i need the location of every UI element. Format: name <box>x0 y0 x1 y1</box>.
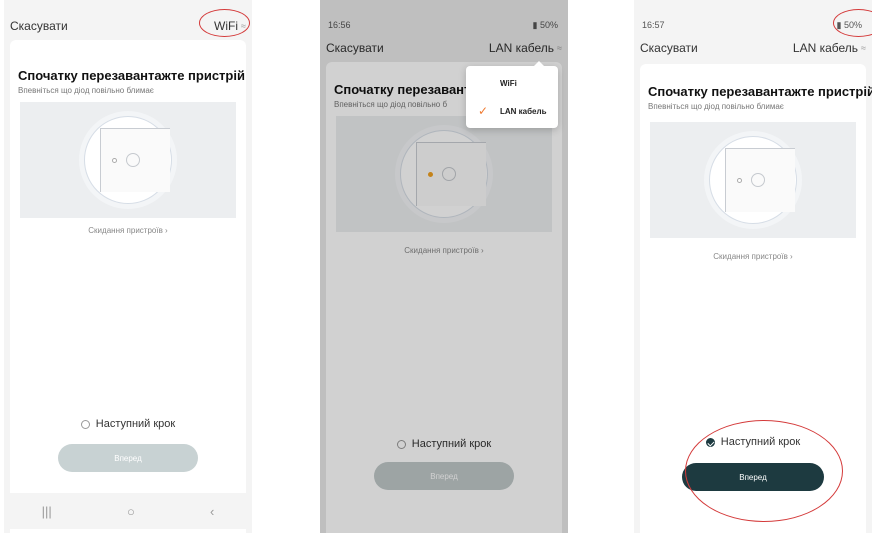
top-nav: Скасувати WiFi ≈ <box>4 14 252 38</box>
led-indicator-icon <box>112 158 117 163</box>
reset-devices-link[interactable]: Скидання пристроїв › <box>10 226 246 235</box>
switch-icon: ≈ <box>861 43 866 53</box>
dropdown-option-lan[interactable]: ✓ LAN кабель <box>466 98 558 124</box>
page-subtitle: Впевніться що діод повільно блимає <box>648 102 784 111</box>
mode-dropdown: WiFi ✓ LAN кабель <box>466 61 558 128</box>
radio-unchecked-icon <box>80 419 90 429</box>
phone-screen-wifi: Скасувати WiFi ≈ Спочатку перезавантажте… <box>4 0 252 533</box>
phone-screen-lan: 16:57 ▮ 50% Скасувати LAN кабель ≈ Споча… <box>634 0 872 533</box>
reset-devices-label: Скидання пристроїв <box>713 252 788 261</box>
phone-screen-dropdown: 16:56 ▮ 50% Скасувати LAN кабель ≈ Споча… <box>320 0 568 533</box>
recent-apps-icon[interactable]: ||| <box>42 504 52 519</box>
home-icon[interactable]: ○ <box>127 504 135 519</box>
content-card: Спочатку перезавантажте пристрій Впевніт… <box>640 64 872 533</box>
next-step-radio[interactable]: Наступний крок <box>640 436 866 448</box>
next-button[interactable]: Вперед <box>682 463 824 491</box>
reset-port-icon <box>751 173 765 187</box>
next-step-radio[interactable]: Наступний крок <box>10 418 246 430</box>
back-icon[interactable]: ‹ <box>210 504 214 519</box>
device-illustration <box>20 102 236 218</box>
battery-label: 50% <box>843 20 862 30</box>
mode-label: WiFi <box>214 19 239 33</box>
reset-port-icon <box>126 153 140 167</box>
status-time: 16:57 <box>642 20 665 30</box>
cancel-button[interactable]: Скасувати <box>640 41 698 55</box>
page-title: Спочатку перезавантажте пристрій <box>18 68 245 83</box>
radio-checked-icon <box>705 437 715 447</box>
page-title: Спочатку перезавантажте пристрій <box>648 84 872 99</box>
content-card: Спочатку перезавантажте пристрій Впевніт… <box>10 40 246 533</box>
next-button-disabled[interactable]: Вперед <box>58 444 198 472</box>
dropdown-option-lan-label: LAN кабель <box>500 106 547 116</box>
led-indicator-icon <box>737 178 742 183</box>
mode-selector[interactable]: WiFi ≈ <box>214 19 246 33</box>
system-navigation-bar: ||| ○ ‹ <box>4 493 252 529</box>
page-subtitle: Впевніться що діод повільно блимає <box>18 86 154 95</box>
switch-icon: ≈ <box>241 21 246 31</box>
device-illustration <box>650 122 856 238</box>
dropdown-option-wifi[interactable]: WiFi <box>466 70 558 96</box>
checkmark-icon: ✓ <box>478 104 489 118</box>
next-step-label: Наступний крок <box>95 418 176 430</box>
mode-selector[interactable]: LAN кабель ≈ <box>793 41 866 55</box>
mode-label: LAN кабель <box>792 41 859 55</box>
status-battery: ▮ 50% <box>836 20 862 30</box>
reset-devices-label: Скидання пристроїв <box>88 226 163 235</box>
next-step-label: Наступний крок <box>720 436 801 448</box>
cancel-button[interactable]: Скасувати <box>10 19 68 33</box>
reset-devices-link[interactable]: Скидання пристроїв › <box>640 252 866 261</box>
top-nav: Скасувати LAN кабель ≈ <box>634 36 872 60</box>
